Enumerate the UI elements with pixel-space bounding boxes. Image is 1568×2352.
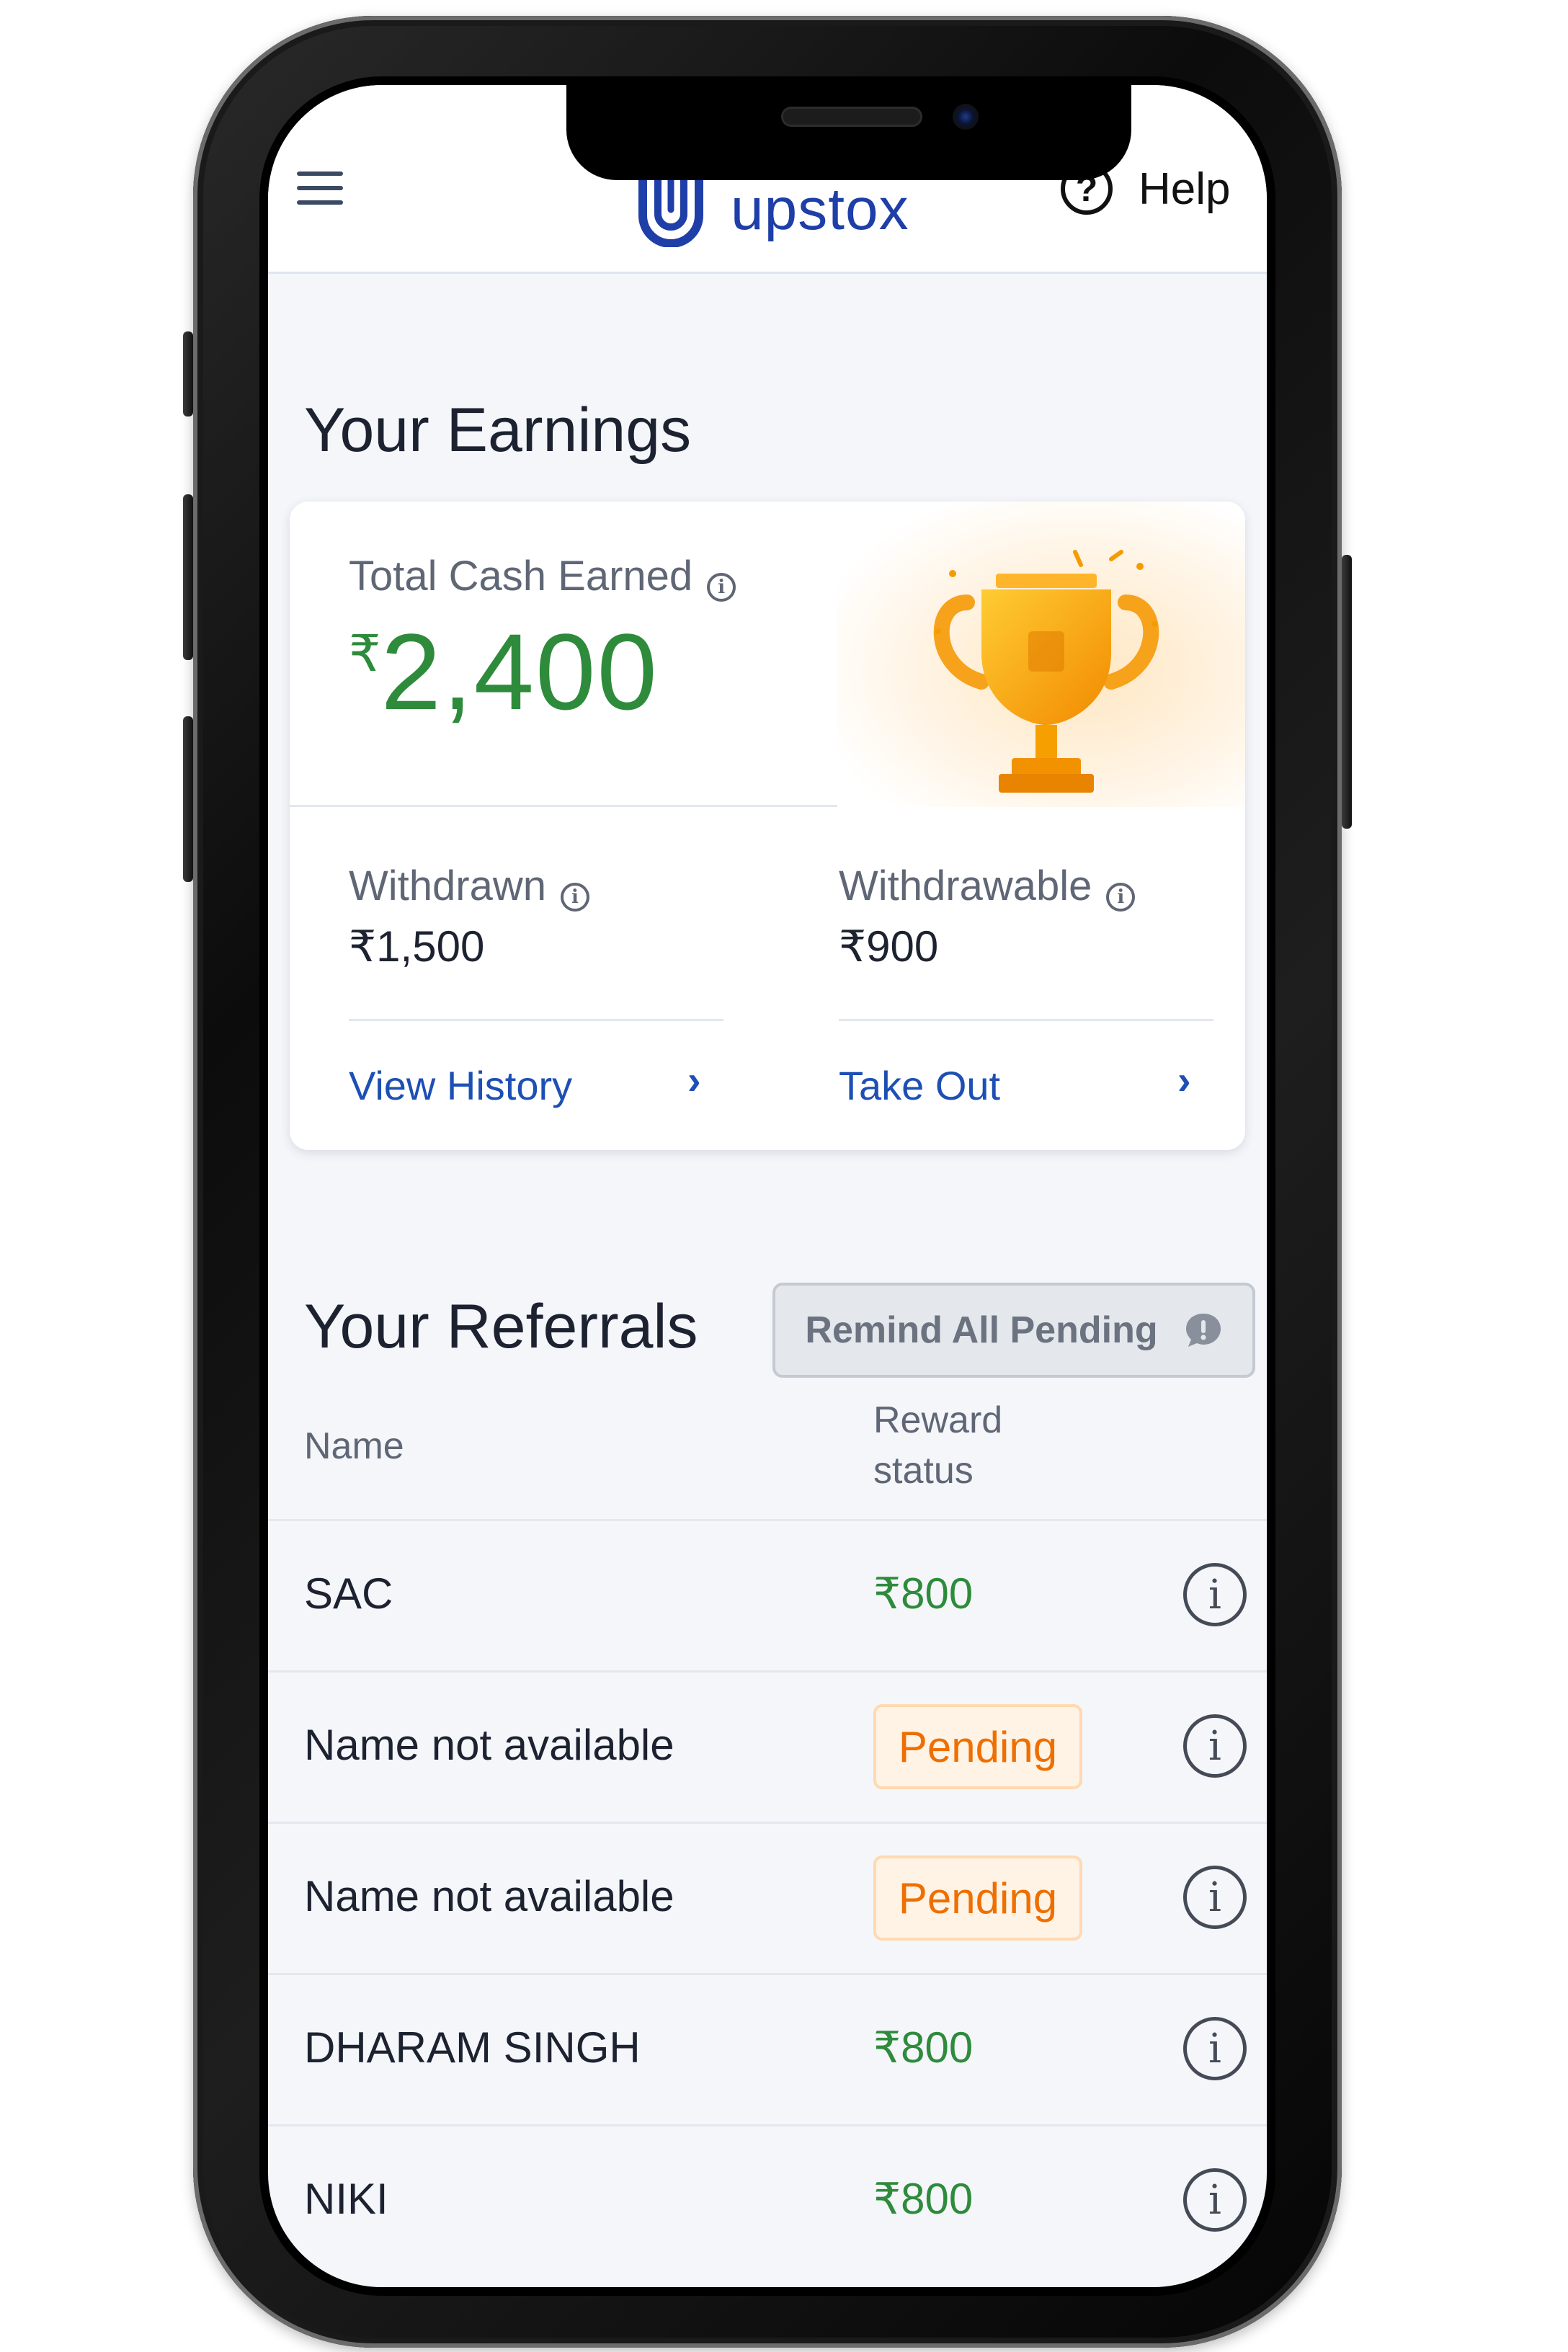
upstox-logo-icon [638, 172, 703, 247]
hamburger-menu-icon[interactable] [297, 172, 343, 206]
info-icon[interactable]: i [1183, 2017, 1247, 2080]
info-icon[interactable]: i [1183, 1866, 1247, 1929]
info-icon[interactable]: i [560, 882, 589, 912]
info-icon[interactable]: i [1106, 882, 1136, 912]
table-row: Name not available Pending i [268, 1670, 1267, 1822]
info-icon[interactable]: i [707, 572, 736, 602]
remind-button-label: Remind All Pending [805, 1309, 1158, 1351]
withdrawn-block: Withdrawn i ₹1,500 [349, 862, 589, 972]
withdrawn-label: Withdrawn [349, 863, 546, 909]
redaction-mask [388, 2188, 605, 2217]
reward-amount: ₹800 [873, 2023, 974, 2072]
referral-name: Name not available [304, 1721, 674, 1769]
info-icon[interactable]: i [1183, 1714, 1247, 1778]
total-earned-label-row: Total Cash Earned i [349, 552, 736, 602]
chevron-right-icon[interactable]: › [1177, 1056, 1191, 1103]
reward-header-line1: Reward [873, 1399, 1003, 1441]
total-earned-amount: ₹ 2,400 [349, 610, 659, 734]
redaction-mask [640, 2036, 684, 2066]
total-earned-value: 2,400 [380, 611, 659, 732]
take-out-link[interactable]: Take Out [839, 1062, 1000, 1109]
referral-name: SAC [304, 1569, 566, 1618]
referral-name: DHARAM SINGH [304, 2023, 684, 2072]
table-row: SAC ₹800 i [268, 1519, 1267, 1670]
notch [566, 85, 1131, 180]
volume-down-button [183, 716, 193, 882]
brand-name: upstox [731, 177, 909, 242]
trophy-icon [933, 550, 1159, 793]
redaction-mask [393, 1582, 566, 1612]
earnings-heading: Your Earnings [304, 396, 692, 465]
chat-alert-icon [1185, 1314, 1221, 1347]
withdrawable-label: Withdrawable [839, 863, 1092, 909]
chevron-right-icon[interactable]: › [687, 1056, 701, 1103]
referral-name-text: NIKI [304, 2175, 388, 2223]
referral-name: NIKI [304, 2174, 605, 2224]
earnings-card: Total Cash Earned i ₹ 2,400 Withdrawn i … [290, 502, 1245, 1150]
divider [839, 1019, 1213, 1021]
table-row: DHARAM SINGH ₹800 i [268, 1973, 1267, 2124]
upstox-logo[interactable]: upstox [636, 170, 909, 249]
pending-badge: Pending [873, 1704, 1082, 1789]
volume-up-button [183, 494, 193, 660]
front-camera [953, 104, 979, 130]
table-row: NIKI ₹800 i [268, 2124, 1267, 2276]
currency-symbol: ₹ [349, 625, 381, 682]
phone-screen: upstox ? Help Your Earnings Total Cash E… [268, 85, 1267, 2287]
referral-name-text: DHARAM SINGH [304, 2023, 641, 2072]
phone-frame: upstox ? Help Your Earnings Total Cash E… [183, 16, 1352, 2348]
total-earned-panel: Total Cash Earned i ₹ 2,400 [290, 502, 1245, 807]
info-icon[interactable]: i [1183, 1563, 1247, 1626]
withdrawn-value: ₹1,500 [349, 922, 485, 971]
table-row: Name not available Pending i [268, 1822, 1267, 1973]
power-button [1342, 555, 1352, 829]
divider [349, 1019, 723, 1021]
info-icon[interactable]: i [1183, 2168, 1247, 2232]
mute-switch [183, 331, 193, 416]
referral-name-text: SAC [304, 1569, 393, 1618]
speaker-grille [781, 107, 922, 127]
withdrawable-block: Withdrawable i ₹900 [839, 862, 1136, 972]
reward-header-line2: status [873, 1450, 974, 1492]
view-history-link[interactable]: View History [349, 1062, 572, 1109]
reward-amount: ₹800 [873, 2175, 974, 2223]
reward-amount: ₹800 [873, 1569, 974, 1618]
column-header-reward-status: Reward status [873, 1395, 1002, 1496]
remind-all-pending-button[interactable]: Remind All Pending [772, 1283, 1255, 1378]
pending-badge: Pending [873, 1856, 1082, 1941]
column-header-name: Name [304, 1425, 404, 1467]
referral-name: Name not available [304, 1872, 674, 1920]
total-earned-label: Total Cash Earned [349, 553, 693, 600]
referrals-heading: Your Referrals [304, 1292, 698, 1361]
help-label: Help [1139, 164, 1231, 214]
withdrawable-value: ₹900 [839, 922, 939, 971]
